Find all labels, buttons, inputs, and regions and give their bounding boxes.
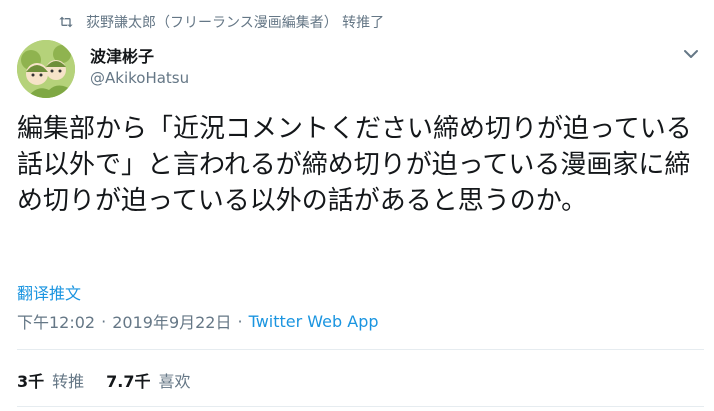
retweets-count: 3千 [17,372,45,391]
meta-separator: · [101,311,107,331]
tweet-meta: 下午12:02 · 2019年9月22日 · Twitter Web App [17,309,379,333]
meta-separator: · [237,311,243,331]
retweet-icon [59,16,73,28]
tweet-text: 編集部から「近況コメントください締め切りが迫っている話以外で」と言われるが締め切… [17,114,692,216]
retweets-stat[interactable]: 3千 转推 [17,368,84,392]
tweet-time[interactable]: 下午12:02 [17,309,95,333]
likes-count: 7.7千 [106,372,151,391]
retweet-context[interactable]: 荻野謙太郎（フリーランス漫画編集者） 转推了 [58,10,384,34]
tweet-date[interactable]: 2019年9月22日 [112,309,231,333]
author-handle[interactable]: @AkikoHatsu [90,69,189,87]
author-name[interactable]: 波津彬子 [90,43,154,67]
retweet-text[interactable]: 荻野謙太郎（フリーランス漫画編集者） 转推了 [86,12,384,32]
avatar[interactable] [17,40,75,98]
translate-tweet-link[interactable]: 翻译推文 [17,280,81,304]
divider [17,406,704,407]
tweet-source-link[interactable]: Twitter Web App [249,312,379,331]
likes-stat[interactable]: 7.7千 喜欢 [106,368,190,392]
chevron-down-icon[interactable] [681,44,701,64]
retweets-label: 转推 [52,372,85,391]
avatar-image [17,40,75,98]
likes-label: 喜欢 [158,372,191,391]
tweet-stats: 3千 转推 7.7千 喜欢 [17,368,213,392]
divider [17,349,704,350]
